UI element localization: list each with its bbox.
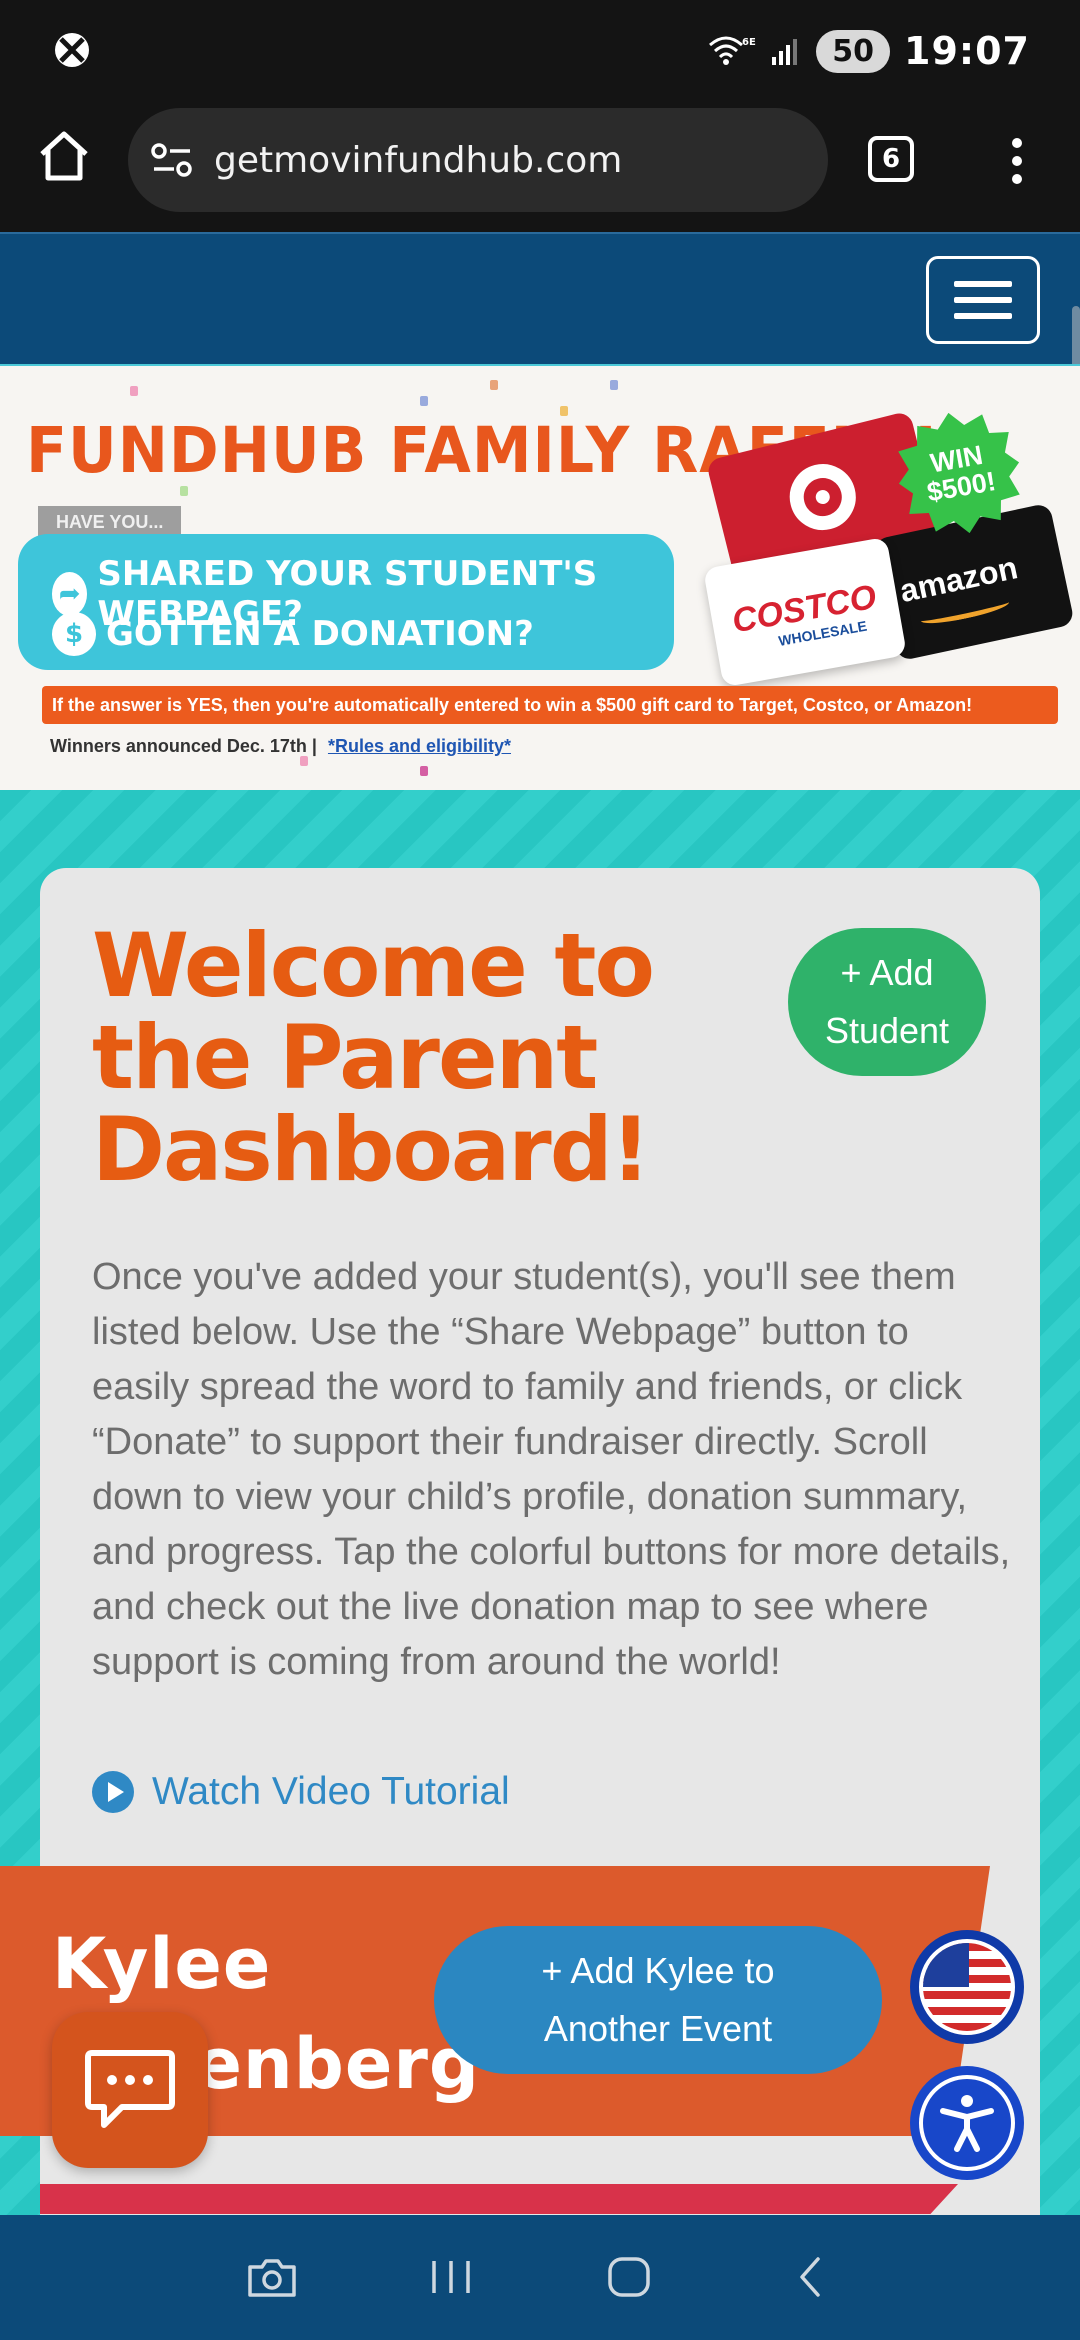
chat-button[interactable] (52, 2012, 208, 2168)
address-bar[interactable]: getmovinfundhub.com (128, 108, 828, 212)
rules-link[interactable]: *Rules and eligibility* (328, 736, 511, 756)
add-to-event-button[interactable]: + Add Kylee to Another Event (434, 1926, 882, 2074)
clock: 19:07 (904, 29, 1030, 73)
target-logo-icon (782, 457, 863, 538)
more-menu-icon[interactable] (1004, 136, 1030, 186)
accessibility-button[interactable] (910, 2066, 1024, 2180)
raffle-question-text: GOTTEN A DONATION? (106, 614, 534, 654)
hamburger-line (954, 281, 1012, 287)
xbox-icon (55, 33, 89, 67)
camera-icon[interactable] (246, 2253, 298, 2301)
raffle-questions: ➦ SHARED YOUR STUDENT'S WEBPAGE? $ GOTTE… (18, 534, 674, 670)
student-first-name: Kylee (52, 1923, 272, 2005)
wifi-6e-icon: 6E (709, 36, 756, 65)
dollar-icon: $ (52, 612, 96, 656)
confetti (130, 386, 138, 396)
recent-apps-icon[interactable] (428, 2253, 474, 2301)
raffle-footer: Winners announced Dec. 17th | *Rules and… (50, 736, 511, 757)
tab-switcher-button[interactable]: 6 (868, 136, 914, 182)
raffle-banner[interactable]: FUNDHUB FAMILY RAFFLE! HAVE YOU... ➦ SHA… (0, 364, 1080, 790)
browser-toolbar: getmovinfundhub.com 6 (0, 100, 1080, 232)
battery-indicator: 50 (816, 29, 891, 73)
raffle-question: $ GOTTEN A DONATION? (52, 612, 534, 656)
home-icon[interactable] (34, 126, 94, 186)
tutorial-link-text: Watch Video Tutorial (152, 1770, 510, 1813)
us-flag-icon (919, 1939, 1015, 2035)
share-icon: ➦ (52, 572, 88, 616)
winners-announcement: Winners announced Dec. 17th | (50, 736, 317, 756)
svg-text:6E: 6E (742, 37, 756, 48)
hamburger-line (954, 313, 1012, 319)
add-student-label: Student (824, 1010, 950, 1051)
signal-icon (772, 39, 798, 65)
status-bar: 6E 50 19:07 (0, 0, 1080, 100)
language-button[interactable] (910, 1930, 1024, 2044)
add-student-label: + Add (840, 952, 934, 993)
site-navbar (0, 232, 1080, 636)
raffle-eligibility-strip: If the answer is YES, then you're automa… (42, 686, 1058, 724)
welcome-description: Once you've added your student(s), you'l… (92, 1256, 1011, 1683)
hamburger-menu-button[interactable] (926, 256, 1040, 344)
confetti (420, 396, 428, 406)
page-title: Welcome to the Parent Dashboard! (92, 914, 655, 1201)
add-event-label: Another Event (543, 2008, 773, 2049)
site-settings-icon[interactable] (150, 142, 194, 178)
confetti (300, 756, 308, 766)
flag-canton (923, 1943, 969, 1987)
back-icon[interactable] (794, 2253, 826, 2301)
url-text: getmovinfundhub.com (214, 139, 623, 181)
hamburger-line (954, 297, 1012, 303)
add-student-button[interactable]: + Add Student (788, 928, 986, 1076)
next-section-band (40, 2184, 958, 2214)
confetti (420, 766, 428, 776)
confetti (610, 380, 618, 390)
watch-tutorial-link[interactable]: Watch Video Tutorial (92, 1770, 510, 1814)
system-navigation-bar (0, 2215, 1080, 2340)
accessibility-ring (919, 2075, 1015, 2171)
home-nav-icon[interactable] (606, 2253, 652, 2301)
confetti (490, 380, 498, 390)
play-icon (92, 1771, 134, 1813)
add-event-label: + Add Kylee to (541, 1950, 775, 1991)
accessibility-icon (940, 2095, 994, 2152)
chat-icon (85, 2050, 175, 2128)
